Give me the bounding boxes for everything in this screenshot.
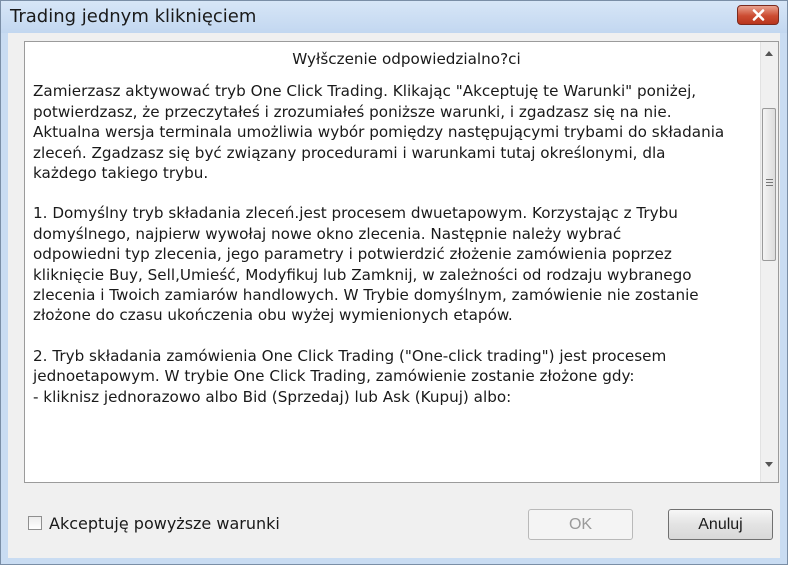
text-line: zlecenia i Twoich zamiarów handlowych. W… — [33, 286, 699, 305]
cancel-button[interactable]: Anuluj — [668, 509, 773, 540]
close-button[interactable] — [737, 5, 779, 25]
accept-terms-checkbox[interactable] — [28, 516, 42, 530]
text-line: 1. Domyślny tryb składania zleceń.jest p… — [33, 204, 678, 223]
disclaimer-content: Wyłšczenie odpowiedzialno?ci Zamierzasz … — [33, 46, 755, 427]
text-line: zleceń. Zgadzasz się być związany proced… — [33, 143, 666, 162]
text-line: domyślnego, najpierw wywołaj nowe okno z… — [33, 224, 622, 243]
disclaimer-paragraph-1: Zamierzasz aktywować tryb One Click Trad… — [33, 81, 755, 183]
disclaimer-paragraph-3: 2. Tryb składania zamówienia One Click T… — [33, 346, 755, 407]
window-title: Trading jednym kliknięciem — [10, 6, 257, 27]
accept-terms-label[interactable]: Akceptuję powyższe warunki — [49, 514, 280, 533]
text-line: 2. Tryb składania zamówienia One Click T… — [33, 346, 667, 365]
text-line: Aktualna wersja terminala umożliwia wybó… — [33, 123, 725, 142]
ok-button[interactable]: OK — [528, 509, 633, 540]
text-line: Zamierzasz aktywować tryb One Click Trad… — [33, 82, 697, 101]
text-line: jednoetapowym. W trybie One Click Tradin… — [33, 367, 635, 386]
disclaimer-heading: Wyłšczenie odpowiedzialno?ci — [292, 50, 521, 68]
vertical-scrollbar[interactable] — [760, 42, 778, 482]
text-line: potwierdzasz, że przeczytałeś i zrozumia… — [33, 102, 672, 121]
title-bar[interactable]: Trading jednym kliknięciem — [1, 1, 787, 33]
scrollbar-thumb[interactable] — [762, 108, 776, 261]
dialog-client-area: Wyłšczenie odpowiedzialno?ci Zamierzasz … — [8, 33, 780, 558]
text-line: odpowiedni typ zlecenia, jego parametry … — [33, 245, 672, 264]
text-line: kliknięcie Buy, Sell,Umieść, Modyfikuj l… — [33, 265, 692, 284]
text-line: każdego takiego trybu. — [33, 164, 209, 183]
scrollbar-grip-icon — [766, 182, 773, 183]
disclaimer-paragraph-2: 1. Domyślny tryb składania zleceń.jest p… — [33, 203, 755, 325]
close-icon — [752, 9, 765, 21]
scroll-up-arrow-icon[interactable] — [765, 51, 773, 56]
disclaimer-text-box[interactable]: Wyłšczenie odpowiedzialno?ci Zamierzasz … — [24, 41, 779, 483]
scroll-down-arrow-icon[interactable] — [765, 462, 773, 467]
text-line: - kliknisz jednorazowo albo Bid (Sprzeda… — [33, 387, 512, 406]
text-line: złożone do czasu ukończenia obu wyżej wy… — [33, 306, 513, 325]
one-click-trading-dialog: Trading jednym kliknięciem Wyłšczenie od… — [0, 0, 788, 565]
